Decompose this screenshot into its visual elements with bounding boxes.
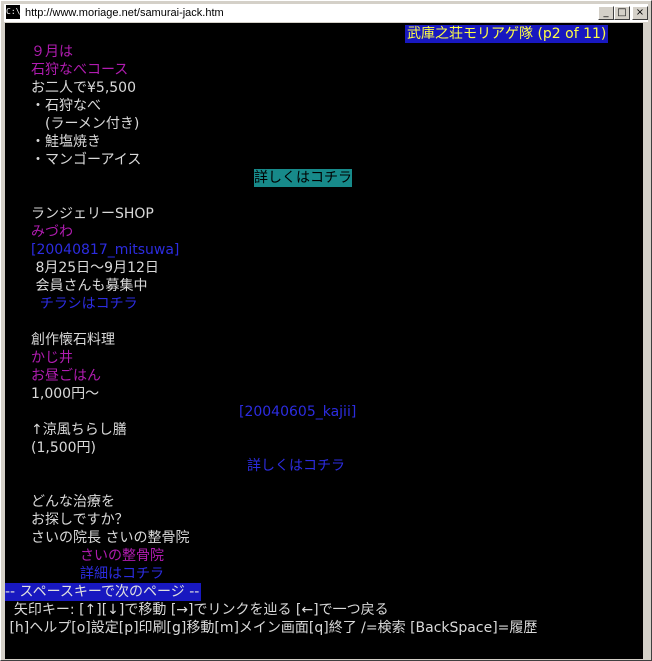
content-line: お二人で¥5,500 xyxy=(31,80,136,96)
details-link-highlighted[interactable]: 詳しくはコチラ xyxy=(254,169,352,187)
content-line: みづわ xyxy=(31,224,73,240)
next-page-message: -- スペースキーで次のページ -- xyxy=(5,583,202,601)
content-line: ランジェリーSHOP xyxy=(31,206,154,222)
content-line: ・鮭塩焼き xyxy=(31,134,101,150)
page-title-bar: 武庫之荘モリアゲ隊 (p2 of 11) xyxy=(405,25,609,43)
maximize-button[interactable]: □ xyxy=(614,6,630,20)
details-link[interactable]: 詳しくはコチラ xyxy=(247,457,345,475)
close-button[interactable]: × xyxy=(632,6,648,20)
content-line: (ラーメン付き) xyxy=(31,116,140,132)
details-link[interactable]: 詳細はコチラ xyxy=(80,565,164,583)
browser-console[interactable]: 武庫之荘モリアゲ隊 (p2 of 11) ９月は 石狩なべコース お二人で¥5,… xyxy=(5,23,643,659)
content-line: さいの整骨院 xyxy=(80,548,164,564)
title-bar[interactable]: C:\ http://www.moriage.net/samurai-jack.… xyxy=(4,4,648,22)
content-line: お昼ごはん xyxy=(31,368,101,384)
content-line: 8月25日～9月12日 xyxy=(31,260,159,276)
window-title: http://www.moriage.net/samurai-jack.htm xyxy=(25,7,224,19)
image-link-kajii[interactable]: [20040605_kajii] xyxy=(239,403,356,421)
content-line: 1,000円～ xyxy=(31,386,100,402)
content-line: ↑涼風ちらし膳 xyxy=(31,422,127,438)
content-line: かじ井 xyxy=(31,350,73,366)
content-line: ・石狩なべ xyxy=(31,98,101,114)
content-line: どんな治療を xyxy=(31,494,115,510)
content-line: 会員さんも募集中 xyxy=(31,278,148,294)
console-icon: C:\ xyxy=(6,5,20,19)
image-link-mitsuwa[interactable]: [20040817_mitsuwa] xyxy=(31,241,179,259)
content-line: ・マンゴーアイス xyxy=(31,152,142,168)
content-line: 石狩なべコース xyxy=(31,62,129,78)
content-line: 創作懐石料理 xyxy=(31,332,115,348)
flyer-link[interactable]: チラシはコチラ xyxy=(31,295,138,313)
terminal-window: C:\ http://www.moriage.net/samurai-jack.… xyxy=(0,0,652,661)
content-line: お探しですか？ xyxy=(31,512,129,528)
content-line: さいの院長 さいの整骨院 xyxy=(31,530,190,546)
content-line: ９月は xyxy=(31,44,73,60)
minimize-button[interactable]: _ xyxy=(598,6,614,20)
content-line: (1,500円) xyxy=(31,440,97,456)
help-line-navigation: 矢印キー: [↑][↓]で移動 [→]でリンクを辿る [←]で一つ戻る xyxy=(5,602,389,618)
help-line-commands: [h]ヘルプ[o]設定[p]印刷[g]移動[m]メイン画面[q]終了 /=検索 … xyxy=(5,620,538,636)
